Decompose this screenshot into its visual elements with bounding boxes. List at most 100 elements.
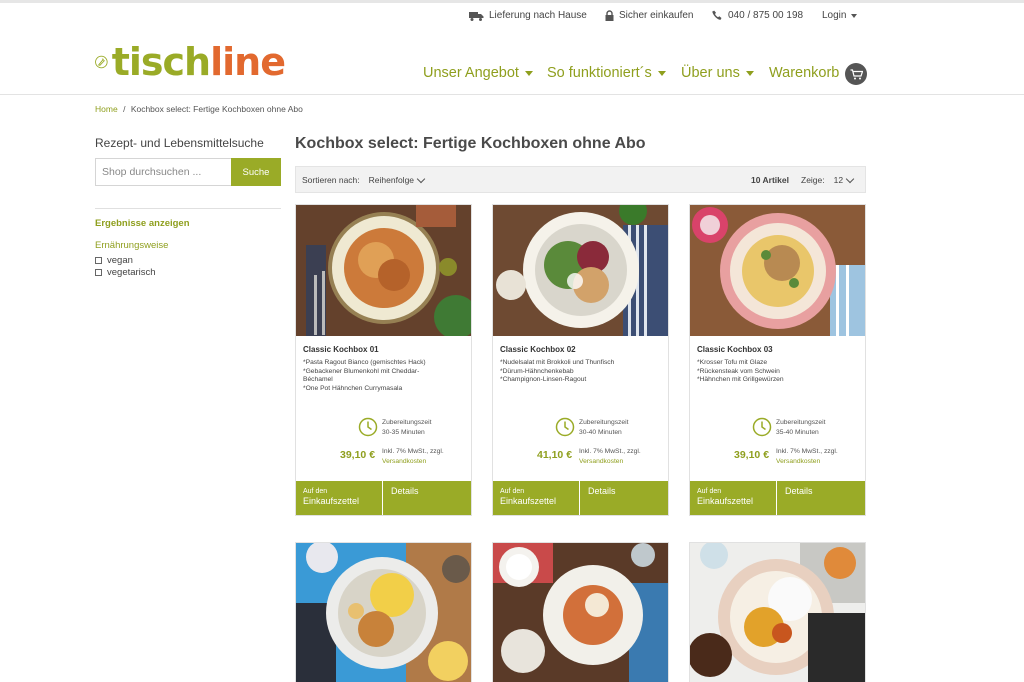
product-item: *Dürum-Hähnchenkebab bbox=[500, 367, 574, 375]
shipping-link[interactable]: Versandkosten bbox=[579, 457, 641, 467]
utility-bar: Lieferung nach Hause Sicher einkaufen 04… bbox=[0, 10, 1024, 26]
product-name[interactable]: Classic Kochbox 01 bbox=[303, 345, 379, 354]
brand-part-1: tisch bbox=[111, 40, 211, 84]
nav-offer[interactable]: Unser Angebot bbox=[423, 65, 533, 81]
product-item: *Gebackener Blumenkohl mit Cheddar- bbox=[303, 367, 420, 375]
add-to-list-small: Auf den bbox=[303, 488, 328, 495]
tax-info: Inkl. 7% MwSt., zzgl. Versandkosten bbox=[382, 447, 444, 466]
nav-cart[interactable]: Warenkorb bbox=[769, 65, 839, 81]
product-price: 41,10 € bbox=[537, 449, 573, 461]
prep-duration: 35-40 Minuten bbox=[776, 428, 819, 436]
product-actions: Auf den Einkaufszettel Details bbox=[690, 481, 865, 515]
breadcrumb-home[interactable]: Home bbox=[95, 104, 118, 114]
product-item: *Pasta Ragout Bianco (gemischtes Hack) bbox=[303, 359, 426, 366]
login-label: Login bbox=[822, 10, 847, 21]
tax-label: Inkl. 7% MwSt., zzgl. bbox=[776, 448, 838, 455]
product-image[interactable] bbox=[690, 543, 866, 682]
product-item: *Champignon-Linsen-Ragout bbox=[500, 376, 587, 384]
tax-info: Inkl. 7% MwSt., zzgl. Versandkosten bbox=[579, 447, 641, 466]
product-item: *Nudelsalat mit Brokkoli und Thunfisch bbox=[500, 359, 615, 366]
sort-select[interactable]: Reihenfolge bbox=[368, 174, 427, 185]
tax-info: Inkl. 7% MwSt., zzgl. Versandkosten bbox=[776, 447, 838, 466]
sidebar-title: Rezept- und Lebensmittelsuche bbox=[95, 136, 264, 150]
product-card[interactable]: Classic Kochbox 01 *Pasta Ragout Bianco … bbox=[295, 204, 472, 516]
diet-filter-heading: Ernährungsweise bbox=[95, 240, 169, 251]
add-to-list-button[interactable]: Auf den Einkaufszettel bbox=[296, 481, 383, 515]
breadcrumb: Home / Kochbox select: Fertige Kochboxen… bbox=[95, 104, 303, 114]
tax-label: Inkl. 7% MwSt., zzgl. bbox=[382, 448, 444, 455]
prep-time: Zubereitungszeit 35-40 Minuten bbox=[776, 418, 825, 437]
caret-down-icon bbox=[657, 70, 666, 76]
brand-wordmark: tischline bbox=[111, 40, 286, 84]
secure-shopping-link[interactable]: Sicher einkaufen bbox=[605, 10, 694, 21]
product-image[interactable] bbox=[296, 205, 471, 336]
product-card[interactable] bbox=[492, 542, 669, 682]
prep-label: Zubereitungszeit bbox=[776, 419, 826, 426]
product-card[interactable]: Classic Kochbox 03 *Krosser Tofu mit Gla… bbox=[689, 204, 866, 516]
prep-time: Zubereitungszeit 30-35 Minuten bbox=[382, 418, 431, 437]
nav-cart-label: Warenkorb bbox=[769, 65, 840, 81]
page-size-control: Zeige: 12 bbox=[801, 174, 856, 185]
search-input[interactable] bbox=[95, 158, 231, 186]
prep-duration: 30-35 Minuten bbox=[382, 428, 425, 436]
delivery-link[interactable]: Lieferung nach Hause bbox=[469, 10, 587, 21]
nav-offer-label: Unser Angebot bbox=[423, 65, 519, 81]
prep-label: Zubereitungszeit bbox=[579, 419, 629, 426]
nav-about-label: Über uns bbox=[681, 65, 740, 81]
phone-icon bbox=[712, 10, 722, 20]
product-card[interactable]: Classic Kochbox 02 *Nudelsalat mit Brokk… bbox=[492, 204, 669, 516]
phone-link[interactable]: 040 / 875 00 198 bbox=[712, 10, 803, 21]
product-name[interactable]: Classic Kochbox 02 bbox=[500, 345, 576, 354]
delivery-label: Lieferung nach Hause bbox=[489, 10, 587, 21]
filter-vegan[interactable]: vegan bbox=[95, 255, 133, 266]
product-item: *Hähnchen mit Grillgewürzen bbox=[697, 376, 784, 384]
add-to-list-label: Einkaufszettel bbox=[303, 496, 360, 506]
add-to-list-label: Einkaufszettel bbox=[500, 496, 557, 506]
tax-label: Inkl. 7% MwSt., zzgl. bbox=[579, 448, 641, 455]
chevron-down-icon bbox=[416, 174, 426, 183]
shipping-link[interactable]: Versandkosten bbox=[776, 457, 838, 467]
product-image[interactable] bbox=[690, 205, 865, 336]
nav-how-label: So funktioniert´s bbox=[547, 65, 652, 81]
sidebar-divider bbox=[95, 208, 281, 209]
add-to-list-button[interactable]: Auf den Einkaufszettel bbox=[493, 481, 580, 515]
clock-icon bbox=[358, 417, 378, 437]
shipping-link[interactable]: Versandkosten bbox=[382, 457, 444, 467]
prep-label: Zubereitungszeit bbox=[382, 419, 432, 426]
product-image[interactable] bbox=[493, 205, 668, 336]
caret-down-icon bbox=[851, 13, 858, 18]
caret-down-icon bbox=[745, 70, 754, 76]
product-card[interactable] bbox=[689, 542, 866, 682]
product-image[interactable] bbox=[296, 543, 472, 682]
details-button[interactable]: Details bbox=[383, 481, 471, 515]
product-image[interactable] bbox=[493, 543, 669, 682]
nav-how-it-works[interactable]: So funktioniert´s bbox=[547, 65, 666, 81]
login-dropdown[interactable]: Login bbox=[822, 10, 858, 21]
top-accent-line bbox=[0, 0, 1024, 3]
search-button[interactable]: Suche bbox=[231, 158, 281, 186]
show-results-link[interactable]: Ergebnisse anzeigen bbox=[95, 218, 190, 229]
brand-logo[interactable]: tischline bbox=[95, 37, 286, 87]
product-item: *Krosser Tofu mit Glaze bbox=[697, 359, 768, 366]
filter-vegetarian[interactable]: vegetarisch bbox=[95, 267, 156, 278]
nav-about[interactable]: Über uns bbox=[681, 65, 754, 81]
show-label: Zeige: bbox=[801, 175, 825, 185]
sort-control: Sortieren nach: Reihenfolge bbox=[302, 174, 427, 185]
details-button[interactable]: Details bbox=[580, 481, 668, 515]
sort-value: Reihenfolge bbox=[368, 175, 415, 185]
add-to-list-button[interactable]: Auf den Einkaufszettel bbox=[690, 481, 777, 515]
product-price: 39,10 € bbox=[340, 449, 376, 461]
add-to-list-small: Auf den bbox=[697, 488, 722, 495]
secure-label: Sicher einkaufen bbox=[619, 10, 694, 21]
checkbox-icon[interactable] bbox=[95, 257, 102, 264]
cart-icon[interactable] bbox=[845, 63, 867, 85]
product-name[interactable]: Classic Kochbox 03 bbox=[697, 345, 773, 354]
details-button[interactable]: Details bbox=[777, 481, 865, 515]
product-items: *Pasta Ragout Bianco (gemischtes Hack) *… bbox=[303, 359, 468, 393]
product-card[interactable] bbox=[295, 542, 472, 682]
checkbox-icon[interactable] bbox=[95, 269, 102, 276]
page-size-select[interactable]: 12 bbox=[834, 174, 856, 185]
truck-icon bbox=[469, 11, 484, 21]
phone-number: 040 / 875 00 198 bbox=[728, 10, 804, 21]
add-to-list-label: Einkaufszettel bbox=[697, 496, 754, 506]
